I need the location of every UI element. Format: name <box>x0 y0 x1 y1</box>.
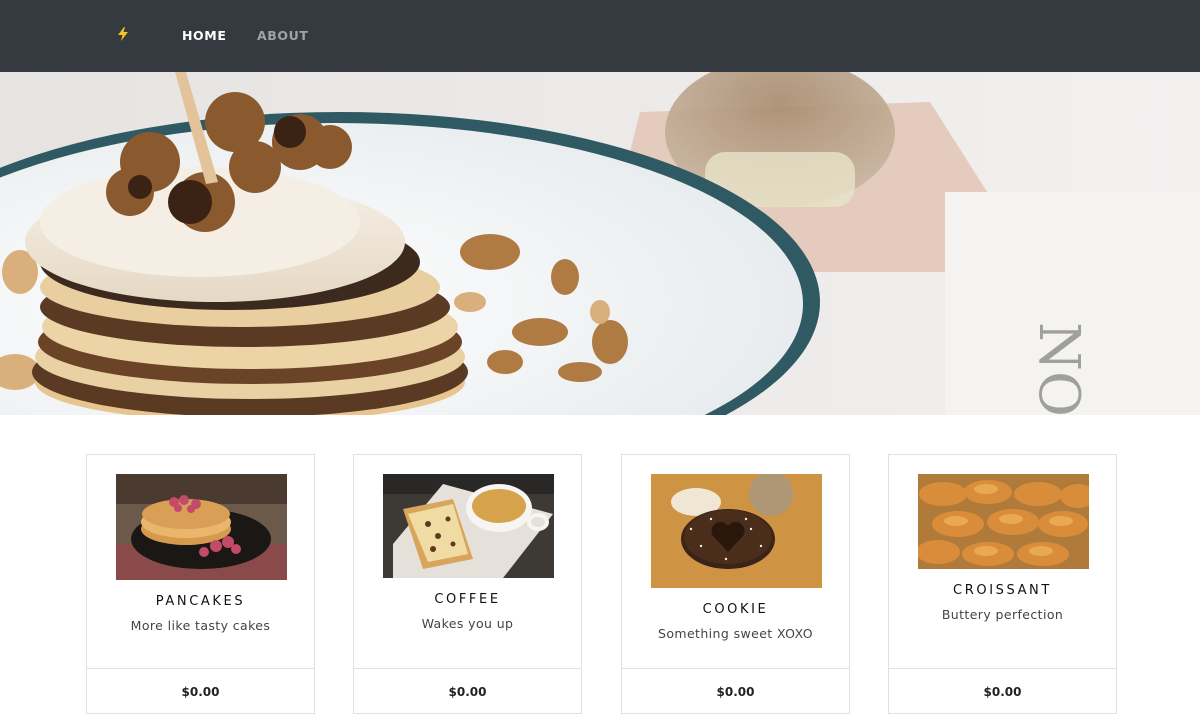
nav-link-about[interactable]: ABOUT <box>257 28 309 43</box>
product-price: $0.00 <box>181 685 220 699</box>
product-title: PANCAKES <box>155 594 246 609</box>
product-card-pancakes[interactable]: PANCAKES More like tasty cakes $0.00 <box>86 454 315 714</box>
product-card-croissant[interactable]: CROISSANT Buttery perfection $0.00 <box>888 454 1117 714</box>
card-footer: $0.00 <box>87 668 314 718</box>
product-price: $0.00 <box>983 685 1022 699</box>
product-title: CROISSANT <box>953 583 1052 598</box>
product-card-cookie[interactable]: COOKIE Something sweet XOXO $0.00 <box>621 454 850 714</box>
pancakes-image <box>116 474 287 580</box>
product-description: Buttery perfection <box>941 607 1064 622</box>
hero-image: NOTE <box>0 72 1200 415</box>
navbar: HOME ABOUT <box>0 0 1200 72</box>
croissant-image <box>918 474 1089 569</box>
product-price: $0.00 <box>448 685 487 699</box>
product-description: Something sweet XOXO <box>658 626 813 641</box>
product-title: COOKIE <box>702 602 769 617</box>
svg-text:NOTE: NOTE <box>1026 322 1091 415</box>
cookie-image <box>651 474 822 588</box>
card-footer: $0.00 <box>889 668 1116 718</box>
card-footer: $0.00 <box>354 668 581 718</box>
product-description: More like tasty cakes <box>130 618 271 633</box>
product-price: $0.00 <box>716 685 755 699</box>
nav-link-home[interactable]: HOME <box>182 28 226 43</box>
product-title: COFFEE <box>434 592 501 607</box>
card-footer: $0.00 <box>622 668 849 718</box>
product-description: Wakes you up <box>421 616 514 631</box>
brand-logo[interactable] <box>116 26 130 45</box>
lightning-bolt-icon <box>117 26 129 45</box>
product-card-coffee[interactable]: COFFEE Wakes you up $0.00 <box>353 454 582 714</box>
coffee-image <box>383 474 554 578</box>
